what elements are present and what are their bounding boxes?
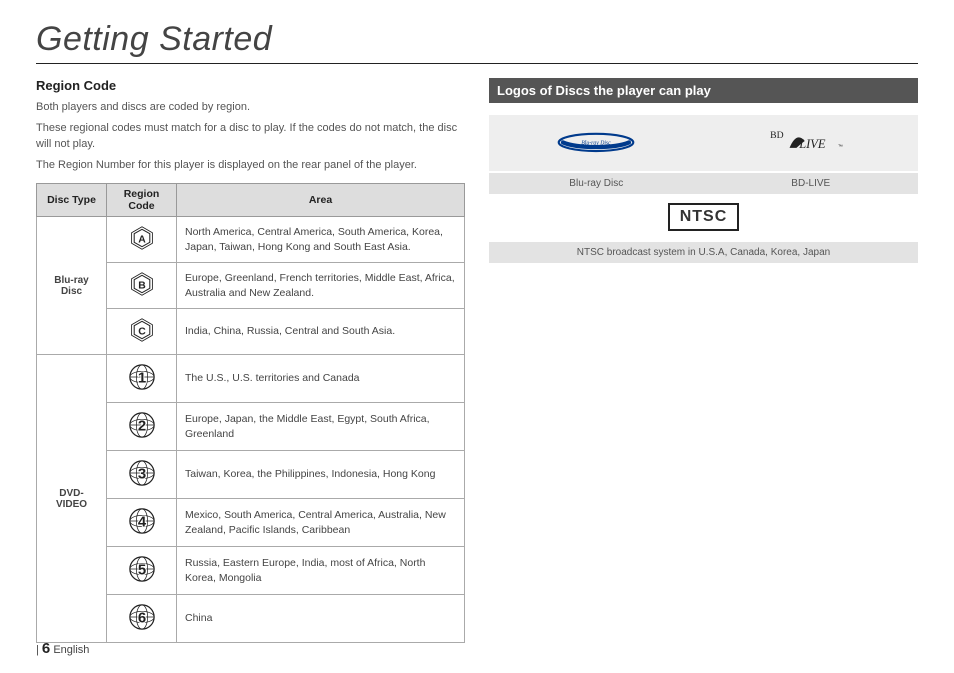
globe-2-icon: 2 [128, 411, 156, 439]
bd-live-logo-cell: BD LIVE ™ [704, 115, 919, 173]
ntsc-logo-cell: NTSC [489, 194, 918, 242]
hexagon-a-icon: A [129, 225, 155, 251]
area-cell: Europe, Greenland, French territories, M… [177, 263, 465, 309]
globe-3-icon: 3 [128, 459, 156, 487]
region-code-para1: Both players and discs are coded by regi… [36, 99, 465, 116]
svg-text:A: A [138, 234, 146, 245]
disc-type-bluray: Blu-ray Disc [37, 217, 107, 355]
region-code-para3: The Region Number for this player is dis… [36, 157, 465, 174]
region-icon-4: 4 [107, 499, 177, 547]
globe-4-icon: 4 [128, 507, 156, 535]
svg-text:6: 6 [137, 610, 145, 627]
area-cell: Europe, Japan, the Middle East, Egypt, S… [177, 403, 465, 451]
right-column: Logos of Discs the player can play Blu-r… [489, 78, 918, 643]
globe-6-icon: 6 [128, 603, 156, 631]
region-icon-1: 1 [107, 355, 177, 403]
area-cell: India, China, Russia, Central and South … [177, 309, 465, 355]
region-icon-6: 6 [107, 595, 177, 643]
page-title: Getting Started [36, 20, 918, 64]
table-row: Blu-ray Disc A North America, Central Am… [37, 217, 465, 263]
region-icon-2: 2 [107, 403, 177, 451]
footer-lang: English [53, 644, 89, 656]
th-disc-type: Disc Type [37, 184, 107, 217]
th-region-code: Region Code [107, 184, 177, 217]
region-code-table: Disc Type Region Code Area Blu-ray Disc … [36, 183, 465, 643]
region-icon-c: C [107, 309, 177, 355]
logos-heading: Logos of Discs the player can play [489, 78, 918, 103]
area-cell: Mexico, South America, Central America, … [177, 499, 465, 547]
svg-text:C: C [138, 326, 146, 337]
region-code-para2: These regional codes must match for a di… [36, 120, 465, 153]
ntsc-logo-icon: NTSC [668, 203, 740, 231]
svg-text:BD: BD [770, 130, 783, 141]
logo-grid: Blu-ray Disc BD LIVE ™ Blu-ray Disc BD-L… [489, 115, 918, 263]
svg-text:1: 1 [137, 370, 145, 387]
svg-text:3: 3 [137, 466, 145, 483]
ntsc-label: NTSC broadcast system in U.S.A, Canada, … [489, 242, 918, 263]
hexagon-c-icon: C [129, 317, 155, 343]
area-cell: The U.S., U.S. territories and Canada [177, 355, 465, 403]
svg-text:LIVE: LIVE [798, 136, 826, 150]
left-column: Region Code Both players and discs are c… [36, 78, 465, 643]
table-row: DVD-VIDEO 1 The U.S., U.S. territories a… [37, 355, 465, 403]
area-cell: Taiwan, Korea, the Philippines, Indonesi… [177, 451, 465, 499]
page-footer: | 6 English [36, 640, 89, 657]
svg-text:2: 2 [137, 418, 145, 435]
svg-text:5: 5 [137, 562, 145, 579]
disc-type-dvd: DVD-VIDEO [37, 355, 107, 643]
region-code-heading: Region Code [36, 78, 465, 93]
bluray-disc-logo-cell: Blu-ray Disc [489, 115, 704, 173]
bluray-label: Blu-ray Disc [489, 173, 704, 194]
page-number: 6 [42, 640, 50, 657]
th-area: Area [177, 184, 465, 217]
globe-1-icon: 1 [128, 363, 156, 391]
hexagon-b-icon: B [129, 271, 155, 297]
region-icon-3: 3 [107, 451, 177, 499]
area-cell: China [177, 595, 465, 643]
area-cell: North America, Central America, South Am… [177, 217, 465, 263]
bd-live-logo-icon: BD LIVE ™ [766, 125, 856, 162]
region-icon-b: B [107, 263, 177, 309]
svg-text:Blu-ray Disc: Blu-ray Disc [582, 140, 612, 146]
bdlive-label: BD-LIVE [704, 173, 919, 194]
svg-text:™: ™ [838, 143, 843, 149]
globe-5-icon: 5 [128, 555, 156, 583]
area-cell: Russia, Eastern Europe, India, most of A… [177, 547, 465, 595]
svg-text:B: B [138, 280, 146, 291]
region-icon-5: 5 [107, 547, 177, 595]
bluray-disc-logo-icon: Blu-ray Disc [553, 126, 639, 161]
svg-text:4: 4 [137, 514, 146, 531]
region-icon-a: A [107, 217, 177, 263]
